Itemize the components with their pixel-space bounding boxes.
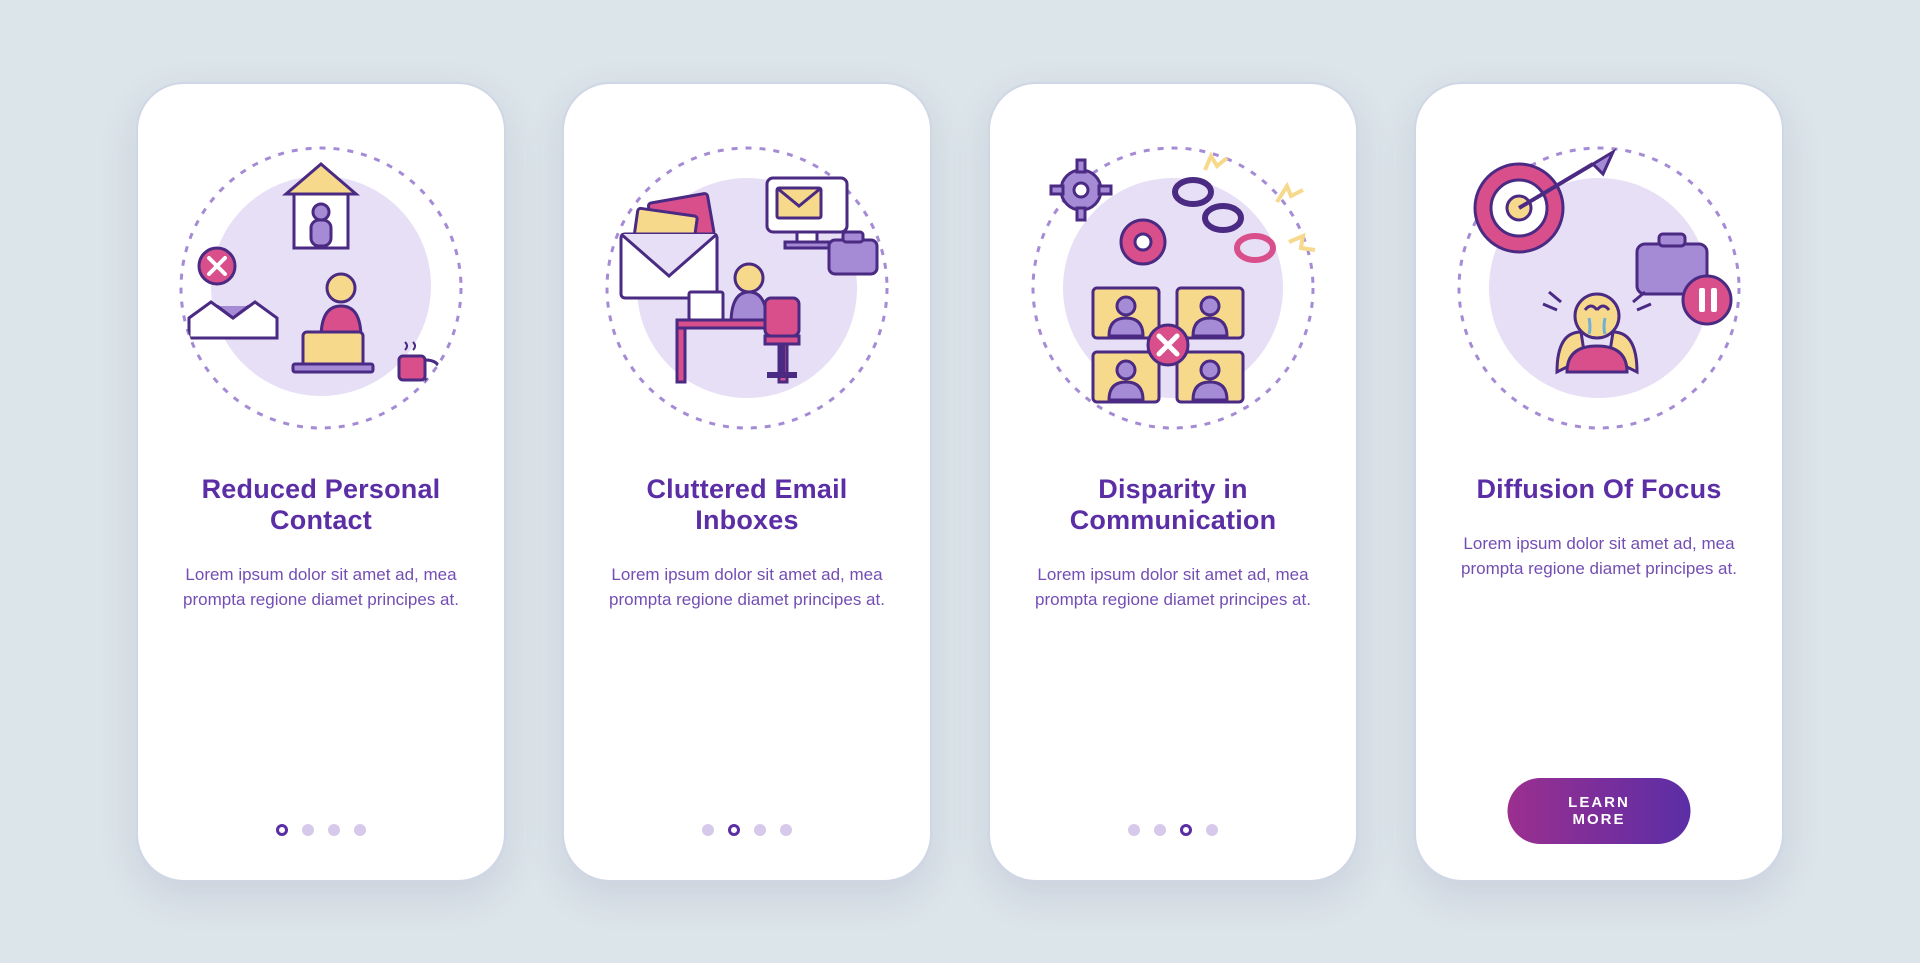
card-title: Reduced Personal Contact xyxy=(172,474,470,536)
card-title: Diffusion Of Focus xyxy=(1476,474,1721,505)
card-title: Disparity in Communication xyxy=(1024,474,1322,536)
onboarding-card-3: Disparity in Communication Lorem ipsum d… xyxy=(988,82,1358,882)
onboarding-card-4: Diffusion Of Focus Lorem ipsum dolor sit… xyxy=(1414,82,1784,882)
pagination-dot-4[interactable] xyxy=(354,824,366,836)
reduced-contact-icon xyxy=(171,138,471,438)
pagination-dot-1[interactable] xyxy=(276,824,288,836)
pagination-dots xyxy=(702,824,792,836)
onboarding-screens-row: Reduced Personal Contact Lorem ipsum dol… xyxy=(0,0,1920,963)
learn-more-button[interactable]: LEARN MORE xyxy=(1508,778,1691,844)
card-title: Cluttered Email Inboxes xyxy=(598,474,896,536)
card-body: Lorem ipsum dolor sit amet ad, mea promp… xyxy=(172,562,470,613)
pagination-dot-2[interactable] xyxy=(302,824,314,836)
pagination-dots xyxy=(1128,824,1218,836)
diffusion-focus-icon xyxy=(1449,138,1749,438)
cluttered-inbox-icon xyxy=(597,138,897,438)
pagination-dot-3[interactable] xyxy=(754,824,766,836)
onboarding-card-1: Reduced Personal Contact Lorem ipsum dol… xyxy=(136,82,506,882)
pagination-dot-1[interactable] xyxy=(1128,824,1140,836)
pagination-dot-3[interactable] xyxy=(1180,824,1192,836)
pagination-dot-2[interactable] xyxy=(1154,824,1166,836)
pagination-dot-2[interactable] xyxy=(728,824,740,836)
pagination-dots xyxy=(276,824,366,836)
card-body: Lorem ipsum dolor sit amet ad, mea promp… xyxy=(598,562,896,613)
pagination-dot-4[interactable] xyxy=(780,824,792,836)
onboarding-card-2: Cluttered Email Inboxes Lorem ipsum dolo… xyxy=(562,82,932,882)
disparity-communication-icon xyxy=(1023,138,1323,438)
pagination-dot-1[interactable] xyxy=(702,824,714,836)
pagination-dot-4[interactable] xyxy=(1206,824,1218,836)
card-body: Lorem ipsum dolor sit amet ad, mea promp… xyxy=(1450,531,1748,582)
card-body: Lorem ipsum dolor sit amet ad, mea promp… xyxy=(1024,562,1322,613)
pagination-dot-3[interactable] xyxy=(328,824,340,836)
